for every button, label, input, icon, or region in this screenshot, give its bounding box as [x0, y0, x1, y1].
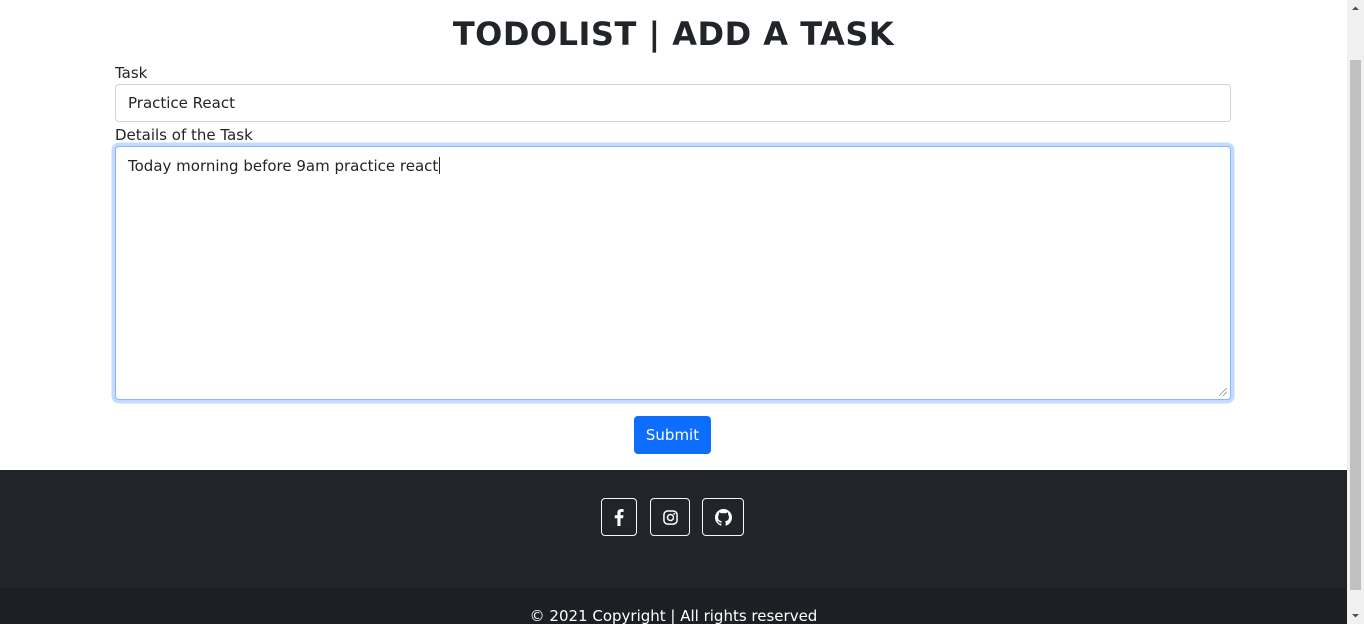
- scrollbar-thumb[interactable]: [1350, 60, 1361, 590]
- details-textarea[interactable]: Today morning before 9am practice react: [115, 146, 1231, 400]
- text-cursor: [439, 157, 441, 174]
- resize-handle[interactable]: [1219, 388, 1227, 396]
- instagram-button[interactable]: [650, 498, 690, 536]
- scroll-down-arrow-icon[interactable]: [1347, 607, 1364, 624]
- scroll-up-arrow-icon[interactable]: [1347, 0, 1364, 17]
- page: TODOLIST | ADD A TASK Task Practice Reac…: [0, 0, 1347, 624]
- copyright-text: © 2021 Copyright | All rights reserved: [529, 607, 818, 624]
- details-label: Details of the Task: [115, 126, 253, 144]
- footer: © 2021 Copyright | All rights reserved: [0, 470, 1347, 624]
- task-label: Task: [115, 64, 148, 82]
- scrollbar[interactable]: [1347, 0, 1364, 624]
- instagram-icon: [662, 509, 678, 525]
- details-text: Today morning before 9am practice react: [128, 157, 439, 175]
- github-icon: [714, 508, 732, 526]
- submit-button[interactable]: Submit: [634, 416, 711, 454]
- task-input[interactable]: Practice React: [115, 84, 1231, 122]
- facebook-icon: [614, 508, 624, 526]
- footer-bottom: © 2021 Copyright | All rights reserved: [0, 588, 1347, 624]
- github-button[interactable]: [702, 498, 744, 536]
- facebook-button[interactable]: [601, 498, 637, 536]
- page-title: TODOLIST | ADD A TASK: [452, 15, 895, 53]
